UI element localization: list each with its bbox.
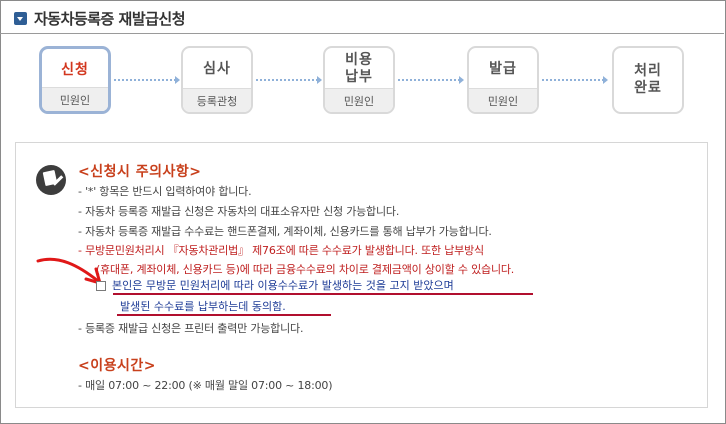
- step-arrow: [398, 76, 464, 84]
- step-payment: 비용 납부 민원인: [323, 46, 395, 114]
- agreement-text-2: 발생된 수수료를 납부하는데 동의함.: [120, 300, 286, 313]
- step-label: 비용 납부: [345, 52, 373, 85]
- page-title: 자동차등록증 재발급신청: [34, 9, 186, 28]
- hours-title: <이용시간>: [78, 358, 156, 374]
- step-actor: 민원인: [469, 88, 537, 112]
- step-issue: 발급 민원인: [467, 46, 539, 114]
- step-complete: 처리 완료: [612, 46, 684, 114]
- hours-text: - 매일 07:00 ~ 22:00 (※ 매월 말일 07:00 ~ 18:0…: [78, 379, 333, 392]
- notice-line: - 등록증 재발급 신청은 프린터 출력만 가능합니다.: [78, 322, 304, 335]
- notice-line: - '*' 항목은 반드시 입력하여야 합니다.: [78, 185, 252, 198]
- notice-title: <신청시 주의사항>: [78, 164, 202, 180]
- step-review: 심사 등록관청: [181, 46, 253, 114]
- agreement-underline: [113, 293, 533, 295]
- chevron-down-icon[interactable]: [14, 11, 27, 25]
- agreement-text: 본인은 무방문 민원처리에 따라 이용수수료가 발생하는 것을 고지 받았으며: [112, 279, 454, 292]
- notice-line: - 자동차 등록증 재발급 수수료는 핸드폰결제, 계좌이체, 신용카드를 통해…: [78, 225, 492, 238]
- step-arrow: [542, 76, 608, 84]
- notice-line-fee: - 무방문민원처리시 『자동차관리법』 제76조에 따른 수수료가 발생합니다.…: [78, 244, 484, 257]
- notice-line: - 자동차 등록증 재발급 신청은 자동차의 대표소유자만 신청 가능합니다.: [78, 205, 400, 218]
- agreement-checkbox[interactable]: [96, 281, 106, 291]
- panel-header: 자동차등록증 재발급신청: [14, 8, 186, 28]
- step-actor: 민원인: [42, 87, 108, 111]
- header-divider: [0, 33, 724, 34]
- notice-line-fee-detail: (휴대폰, 계좌이체, 신용카드 등)에 따라 금융수수료의 차이로 결제금액이…: [96, 263, 515, 276]
- step-arrow: [114, 76, 180, 84]
- step-arrow: [256, 76, 322, 84]
- step-apply: 신청 민원인: [39, 46, 111, 114]
- step-label: 심사: [203, 60, 231, 77]
- process-steps: 신청 민원인 심사 등록관청 비용 납부 민원인 발급 민원인 처리 완료: [0, 46, 726, 122]
- agreement-underline: [117, 314, 331, 316]
- fee-agreement[interactable]: 본인은 무방문 민원처리에 따라 이용수수료가 발생하는 것을 고지 받았으며: [96, 277, 454, 293]
- step-actor: 민원인: [325, 88, 393, 112]
- step-label: 신청: [61, 61, 89, 78]
- step-actor: 등록관청: [183, 88, 251, 112]
- notice-box: <신청시 주의사항> - '*' 항목은 반드시 입력하여야 합니다. - 자동…: [15, 142, 708, 408]
- step-label: 처리 완료: [634, 63, 662, 96]
- step-label: 발급: [489, 60, 517, 77]
- memo-pencil-icon: [36, 165, 66, 195]
